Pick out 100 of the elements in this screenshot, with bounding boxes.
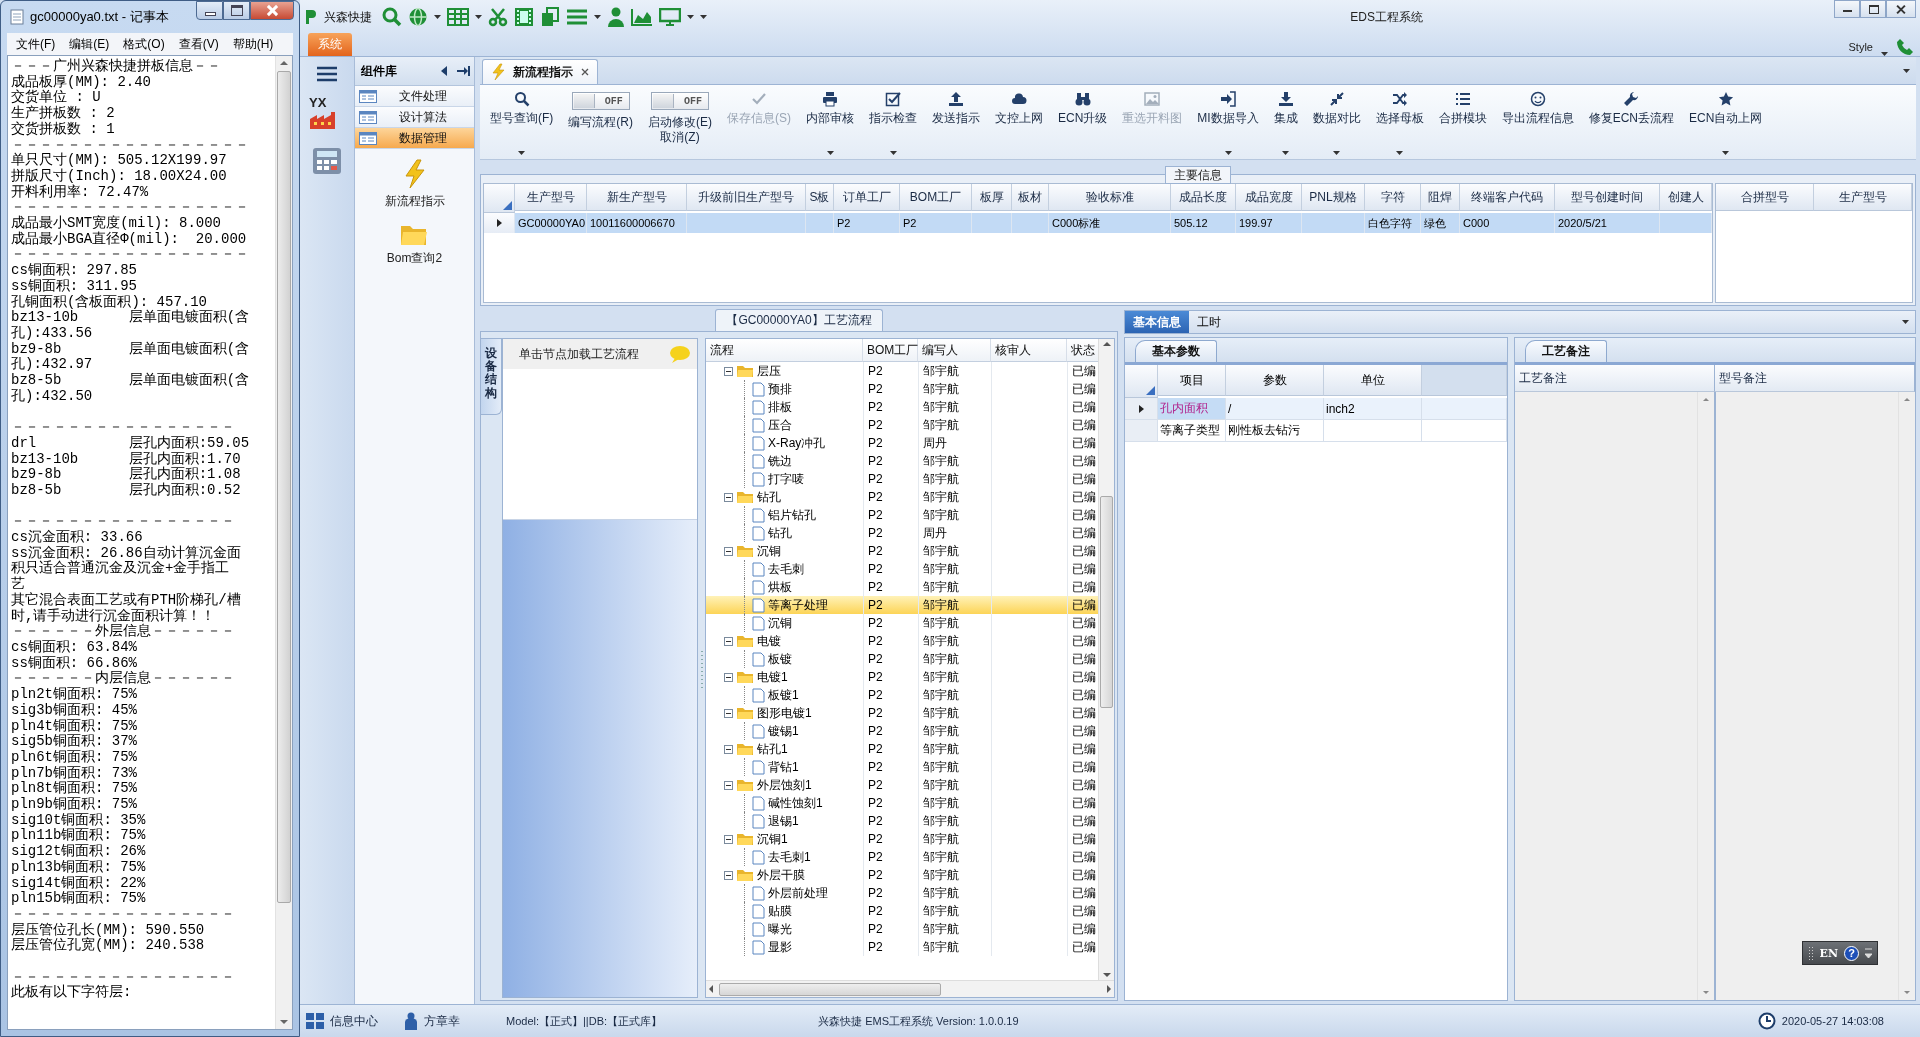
- copy-icon[interactable]: [540, 7, 560, 27]
- column-header[interactable]: 升级前旧生产型号: [687, 184, 806, 211]
- toolbar-button[interactable]: 发送指示: [926, 85, 986, 159]
- column-header[interactable]: S板: [806, 184, 834, 211]
- table-row[interactable]: GC00000YA0 10011600006670 P2 P2 C000标准 505.12 199.97 白色字符 绿色 C000 2020/5/21: [484, 213, 1712, 233]
- menu-item[interactable]: 编辑(E): [62, 35, 117, 53]
- collapse-icon[interactable]: [724, 708, 733, 718]
- table-row[interactable]: 等离子类型 刚性板去钻污: [1125, 420, 1507, 442]
- phone-icon[interactable]: [1896, 38, 1914, 56]
- column-header[interactable]: 字符: [1365, 184, 1421, 211]
- toolbar-button[interactable]: 数据对比: [1306, 85, 1367, 159]
- help-button[interactable]: ?: [1844, 945, 1859, 961]
- toolbar-button[interactable]: ECN升级: [1052, 85, 1114, 159]
- app-launcher-button[interactable]: YX: [309, 95, 345, 135]
- collapse-icon[interactable]: [724, 366, 733, 376]
- toggle-switch[interactable]: OFF: [571, 92, 630, 110]
- scrollbar[interactable]: [706, 980, 1114, 997]
- toolbar-button[interactable]: 修复ECN丢流程: [1582, 85, 1681, 159]
- column-header[interactable]: 单位: [1324, 365, 1422, 396]
- column-header[interactable]: 阻焊: [1421, 184, 1460, 211]
- remark-field[interactable]: [1515, 392, 1714, 1000]
- app-logo-icon[interactable]: [304, 8, 318, 26]
- remark-field[interactable]: [1716, 392, 1915, 1000]
- nav-item[interactable]: 设计算法: [355, 107, 474, 128]
- column-header[interactable]: 订单工厂: [834, 184, 900, 211]
- list-icon[interactable]: [566, 8, 588, 26]
- column-header[interactable]: 合拼型号: [1716, 184, 1814, 211]
- column-header[interactable]: 生产型号: [515, 184, 587, 211]
- minimize-button[interactable]: [196, 1, 223, 20]
- globe-icon[interactable]: [408, 7, 428, 27]
- toolbar-button[interactable]: MI数据导入: [1191, 85, 1265, 159]
- column-header[interactable]: 流程: [706, 339, 863, 362]
- menu-icon[interactable]: [316, 65, 338, 83]
- toolbar-button[interactable]: ECN自动上网: [1683, 85, 1769, 159]
- column-header[interactable]: 参数: [1226, 365, 1324, 396]
- column-header[interactable]: 成品长度: [1171, 184, 1236, 211]
- side-tab[interactable]: 设备结构: [481, 338, 502, 415]
- table-icon[interactable]: [447, 8, 469, 26]
- column-header[interactable]: 创建人: [1660, 184, 1712, 211]
- column-header[interactable]: 型号备注: [1715, 365, 1915, 392]
- tree-row[interactable]: 等离子处理 P2 邹宇航 已编: [706, 596, 1098, 614]
- column-header[interactable]: 编写人: [918, 339, 991, 362]
- scrollbar[interactable]: [275, 56, 292, 1029]
- column-header[interactable]: 成品宽度: [1236, 184, 1302, 211]
- menu-item[interactable]: 文件(F): [9, 35, 63, 53]
- scrollbar[interactable]: [1098, 339, 1114, 980]
- column-header[interactable]: 终端客户代码: [1460, 184, 1555, 211]
- column-header[interactable]: BOM工厂: [900, 184, 972, 211]
- collapse-icon[interactable]: [724, 672, 733, 682]
- info-center-button[interactable]: 信息中心: [330, 1012, 378, 1030]
- person-icon[interactable]: [607, 7, 625, 27]
- collapse-icon[interactable]: [724, 870, 733, 880]
- chart-icon[interactable]: [631, 8, 653, 26]
- toolbar-button[interactable]: 型号查询(F): [484, 85, 560, 159]
- collapse-icon[interactable]: [724, 744, 733, 754]
- toolbar-button[interactable]: 指示检查: [863, 85, 923, 159]
- collapse-icon[interactable]: [724, 636, 733, 646]
- menu-item[interactable]: 帮助(H): [225, 35, 281, 53]
- film-icon[interactable]: [514, 7, 534, 27]
- panel-tab[interactable]: 工艺备注: [1525, 340, 1607, 362]
- column-header[interactable]: 型号创建时间: [1555, 184, 1660, 211]
- column-header[interactable]: PNL规格: [1302, 184, 1365, 211]
- collapse-icon[interactable]: [724, 834, 733, 844]
- toolbar-button[interactable]: 导出流程信息: [1495, 85, 1580, 159]
- close-button[interactable]: [1886, 0, 1916, 18]
- document-tab[interactable]: 新流程指示: [482, 59, 598, 84]
- calculator-icon[interactable]: [312, 147, 342, 175]
- style-menu[interactable]: Style: [1848, 41, 1873, 53]
- table-row[interactable]: 孔内面积 / inch2: [1125, 398, 1507, 420]
- tool-button[interactable]: Bom查询2: [386, 222, 443, 267]
- monitor-icon[interactable]: [659, 8, 681, 26]
- close-button[interactable]: [250, 1, 294, 20]
- column-header[interactable]: 板材: [1012, 184, 1049, 211]
- close-icon[interactable]: [581, 68, 589, 76]
- column-header[interactable]: 验收标准: [1049, 184, 1171, 211]
- scissors-icon[interactable]: [488, 7, 508, 27]
- toolbar-button[interactable]: 合拼模块: [1432, 85, 1493, 159]
- column-header[interactable]: 板厚: [972, 184, 1012, 211]
- nav-item[interactable]: 文件处理: [355, 86, 474, 107]
- panel-tab[interactable]: 基本参数: [1135, 340, 1217, 362]
- pin-icon[interactable]: [456, 65, 470, 77]
- tool-button[interactable]: 新流程指示: [384, 159, 445, 210]
- collapse-icon[interactable]: [724, 546, 733, 556]
- toolbar-button[interactable]: 选择母板: [1369, 85, 1430, 159]
- column-header[interactable]: 工艺备注: [1515, 365, 1715, 392]
- grid-icon[interactable]: [306, 1013, 324, 1029]
- language-bar[interactable]: EN ?: [1801, 941, 1878, 965]
- toolbar-button[interactable]: 文控上网: [989, 85, 1049, 159]
- column-header[interactable]: 生产型号: [1814, 184, 1912, 211]
- minimize-button[interactable]: [1834, 0, 1860, 18]
- nav-item[interactable]: 数据管理: [355, 128, 474, 149]
- collapse-icon[interactable]: [724, 492, 733, 502]
- column-header[interactable]: 项目: [1158, 365, 1226, 396]
- maximize-button[interactable]: [223, 1, 250, 20]
- tab[interactable]: 基本信息: [1125, 311, 1189, 333]
- column-header[interactable]: BOM工厂: [863, 339, 918, 362]
- column-header[interactable]: 新生产型号: [587, 184, 687, 211]
- maximize-button[interactable]: [1860, 0, 1886, 18]
- column-header[interactable]: 核审人: [991, 339, 1067, 362]
- tab[interactable]: 工时: [1189, 311, 1229, 333]
